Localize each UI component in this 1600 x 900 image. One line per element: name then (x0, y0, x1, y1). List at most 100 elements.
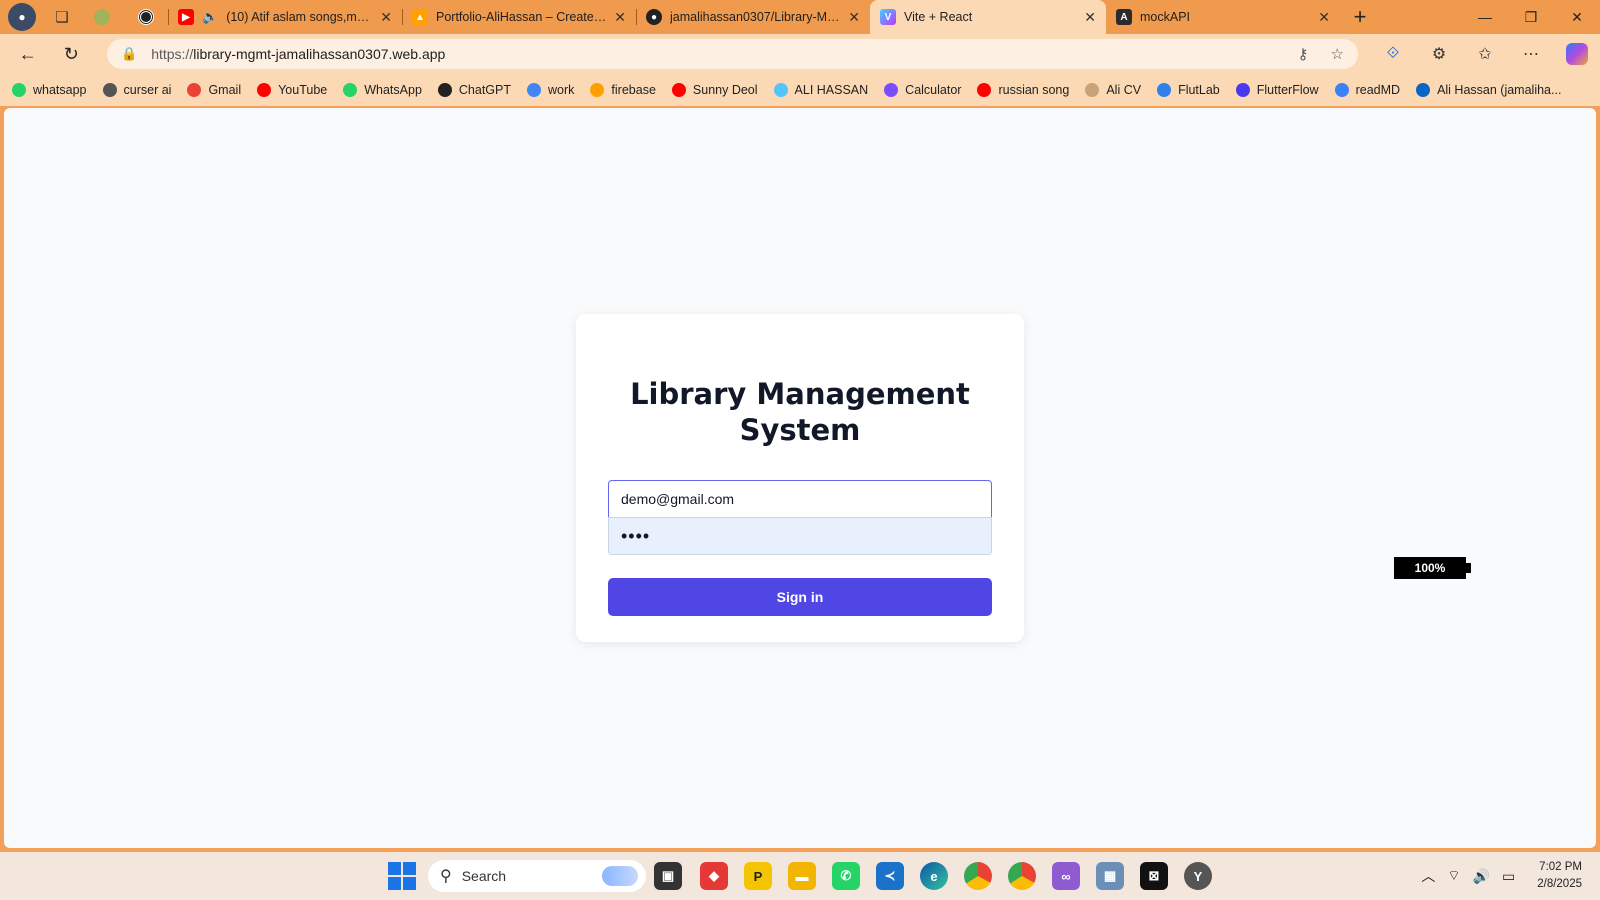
minimize-icon[interactable]: — (1462, 0, 1508, 34)
edge-icon[interactable]: e (920, 862, 948, 890)
close-icon[interactable]: ✕ (848, 9, 860, 26)
close-icon[interactable]: ✕ (614, 9, 626, 26)
bookmark-favicon-icon (1416, 83, 1431, 97)
address-bar[interactable]: 🔒 https://library-mgmt-jamalihassan0307.… (107, 39, 1358, 69)
battery-indicator: 100% (1394, 557, 1471, 579)
favorite-star-icon[interactable]: ☆ (1331, 45, 1344, 63)
chrome-profile-icon[interactable] (1008, 862, 1036, 890)
taskbar-search[interactable]: ⚲ Search (428, 860, 646, 892)
email-field[interactable]: demo@gmail.com (608, 480, 992, 518)
bookmark-item[interactable]: ALI HASSAN (773, 83, 869, 97)
close-icon[interactable]: ✕ (380, 9, 392, 26)
tab-github[interactable]: ● jamalihassan0307/Library-Manag ✕ (636, 0, 870, 34)
speaker-icon[interactable]: 🔈 (202, 9, 218, 25)
copilot-icon[interactable] (1554, 38, 1600, 70)
tab-vite-react[interactable]: V Vite + React ✕ (870, 0, 1106, 34)
bookmark-item[interactable]: Calculator (884, 83, 961, 97)
task-view-icon[interactable]: ▣ (654, 862, 682, 890)
bookmark-item[interactable]: russian song (977, 83, 1069, 97)
bookmark-favicon-icon (977, 83, 992, 97)
bookmark-label: whatsapp (33, 83, 87, 97)
bookmark-favicon-icon (12, 83, 26, 97)
bookmark-item[interactable]: ChatGPT (437, 83, 511, 97)
clock-app-icon[interactable]: Y (1184, 862, 1212, 890)
volume-icon[interactable]: 🔊 (1473, 868, 1490, 885)
tab-mockapi[interactable]: A mockAPI ✕ (1106, 0, 1340, 34)
vscode-icon[interactable]: ≺ (876, 862, 904, 890)
system-tray: ︿ ⌔ 🔊 ▭ 7:02 PM 2/8/2025 (1421, 852, 1600, 900)
bookmark-favicon-icon (1235, 83, 1250, 97)
translate-icon[interactable]: ⟐ (1370, 38, 1416, 70)
app-icon (94, 9, 110, 25)
tab-youtube[interactable]: ▶ 🔈 (10) Atif aslam songs,main ra ✕ (168, 0, 402, 34)
bookmark-favicon-icon (590, 83, 605, 97)
bookmark-label: Ali CV (1106, 83, 1142, 97)
bookmark-label: WhatsApp (364, 83, 422, 97)
search-icon: ⚲ (440, 868, 452, 885)
chat-app-icon[interactable]: P (744, 862, 772, 890)
bookmark-item[interactable]: FlutterFlow (1235, 83, 1319, 97)
url-host: library-mgmt-jamalihassan0307.web.app (193, 46, 446, 62)
password-key-icon[interactable]: ⚷ (1298, 45, 1309, 63)
close-icon[interactable]: ✕ (1318, 9, 1330, 26)
page-viewport: Library Management System demo@gmail.com… (4, 108, 1596, 848)
profile-avatar[interactable]: ● (8, 3, 36, 31)
back-button[interactable]: ← (10, 38, 46, 70)
bookmark-item[interactable]: firebase (590, 83, 656, 97)
file-explorer-icon[interactable]: ▬ (788, 862, 816, 890)
bookmark-item[interactable]: work (527, 83, 574, 97)
pinned-tab-chatgpt[interactable] (124, 0, 168, 34)
reload-button[interactable]: ↻ (54, 38, 90, 70)
bookmark-item[interactable]: FlutLab (1157, 83, 1220, 97)
capcut-icon[interactable]: ⊠ (1140, 862, 1168, 890)
bookmark-item[interactable]: Sunny Deol (671, 83, 758, 97)
workspaces-icon[interactable]: ❏ (44, 0, 80, 34)
battery-icon[interactable]: ▭ (1502, 868, 1515, 885)
bookmark-item[interactable]: whatsapp (12, 83, 87, 97)
chatgpt-icon (138, 9, 154, 25)
close-icon[interactable]: ✕ (1084, 9, 1096, 26)
clock[interactable]: 7:02 PM 2/8/2025 (1537, 859, 1582, 893)
extensions-icon[interactable]: ⚙ (1416, 38, 1462, 70)
visual-studio-icon[interactable]: ∞ (1052, 862, 1080, 890)
bookmark-favicon-icon (257, 83, 272, 97)
start-button[interactable] (388, 862, 416, 890)
bookmark-item[interactable]: Ali Hassan (jamaliha... (1416, 83, 1561, 97)
bookmark-label: Sunny Deol (692, 83, 758, 97)
login-card: Library Management System demo@gmail.com… (576, 314, 1024, 642)
clock-time: 7:02 PM (1539, 861, 1582, 873)
new-tab-button[interactable]: + (1340, 0, 1380, 34)
window-close-icon[interactable]: ✕ (1554, 0, 1600, 34)
password-field[interactable]: •••• (608, 517, 992, 555)
tab-title: mockAPI (1140, 10, 1191, 24)
anydesk-icon[interactable]: ◆ (700, 862, 728, 890)
chrome-icon[interactable] (964, 862, 992, 890)
tab-strip: ● ❏ ▶ 🔈 (10) Atif aslam songs,main ra ✕ … (0, 0, 1600, 34)
wifi-icon[interactable]: ⌔ (1447, 867, 1460, 885)
bookmark-item[interactable]: WhatsApp (343, 83, 422, 97)
monitor-app-icon[interactable]: ▦ (1096, 862, 1124, 890)
chevron-up-icon[interactable]: ︿ (1421, 866, 1435, 886)
bookmark-item[interactable]: Ali CV (1085, 83, 1141, 97)
sign-in-button[interactable]: Sign in (608, 578, 992, 616)
bookmark-item[interactable]: YouTube (257, 83, 327, 97)
search-highlight-icon (602, 866, 638, 886)
bookmark-item[interactable]: readMD (1334, 83, 1400, 97)
whatsapp-icon[interactable]: ✆ (832, 862, 860, 890)
favorites-icon[interactable]: ✩ (1462, 38, 1508, 70)
pinned-tab-app[interactable] (80, 0, 124, 34)
bookmark-label: ALI HASSAN (794, 83, 869, 97)
bookmark-label: Gmail (208, 83, 242, 97)
bookmark-favicon-icon (884, 83, 899, 97)
site-info-icon[interactable]: 🔒 (121, 46, 137, 62)
more-menu-icon[interactable]: ⋯ (1508, 38, 1554, 70)
search-placeholder: Search (461, 868, 507, 884)
tab-title: jamalihassan0307/Library-Manag (670, 10, 841, 24)
url-text[interactable]: https://library-mgmt-jamalihassan0307.we… (151, 46, 1275, 62)
bookmark-favicon-icon (102, 83, 117, 97)
bookmark-item[interactable]: Gmail (187, 83, 241, 97)
restore-icon[interactable]: ❐ (1508, 0, 1554, 34)
copilot-logo (1565, 43, 1588, 65)
bookmark-item[interactable]: curser ai (102, 83, 171, 97)
tab-firebase[interactable]: ▲ Portfolio-AliHassan – Create proje ✕ (402, 0, 636, 34)
